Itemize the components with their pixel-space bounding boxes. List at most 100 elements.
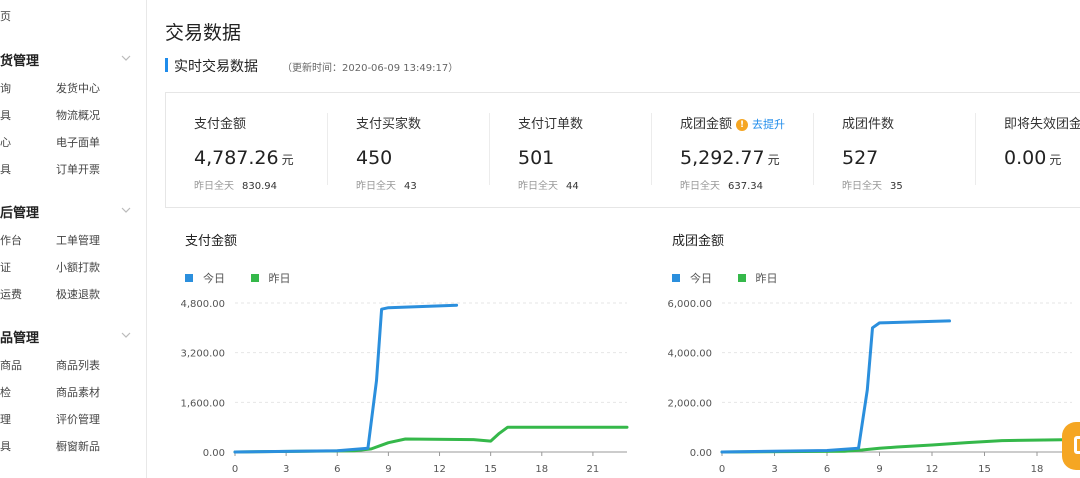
sidebar-group-title[interactable]: 品管理 [0, 327, 39, 346]
metric-value: 450 [356, 147, 393, 169]
metric-yesterday: 昨日全天 830.94 [194, 177, 277, 192]
metrics-panel: 支付金额 4,787.26 元 昨日全天 830.94 支付买家数 450 昨日全天… [165, 92, 1080, 208]
chevron-down-icon[interactable] [120, 329, 132, 341]
document-icon [1074, 436, 1080, 454]
metric-label: 即将失效团金 [1004, 117, 1080, 132]
metric-value: 501 [518, 147, 555, 169]
update-time: （更新时间：2020-06-09 13:49:17） [282, 63, 459, 74]
y-tick-label: 3,200.00 [180, 349, 225, 360]
sidebar-item-goods-material[interactable]: 商品素材 [56, 384, 100, 400]
metric-yesterday: 昨日全天 44 [518, 177, 579, 192]
metric-yesterday: 昨日全天 43 [356, 177, 417, 192]
chart-plot: 0.00 2,000.00 4,000.00 6,000.00 0 3 6 9 12 15 18 [667, 299, 1074, 475]
metric-label: 支付订单数 [518, 117, 584, 132]
metric-sub-label: 昨日全天 [518, 181, 558, 192]
sidebar-item[interactable]: 心 [0, 134, 11, 150]
x-tick-label: 3 [283, 464, 289, 475]
metric-label: 成团金额 [680, 117, 733, 132]
improve-link[interactable]: 去提升 [752, 118, 785, 131]
metric-sub-value: 44 [566, 181, 579, 192]
metric-label-wrap: 成团金额! 去提升 [680, 113, 785, 132]
metric-value: 527 [842, 147, 879, 169]
sidebar-item-small-payment[interactable]: 小额打款 [56, 259, 100, 275]
x-tick-label: 9 [385, 464, 391, 475]
metric-yesterday: 昨日全天 637.34 [680, 177, 763, 192]
sidebar-item[interactable]: 作台 [0, 232, 22, 248]
metric-sub-value: 43 [404, 181, 417, 192]
metric-label: 支付金额 [194, 117, 247, 132]
sidebar-item[interactable]: 具 [0, 107, 11, 123]
x-tick-label: 9 [876, 464, 882, 475]
sidebar-item[interactable]: 具 [0, 161, 11, 177]
sidebar-item-home[interactable]: 页 [0, 8, 11, 24]
sidebar: 页 货管理 询 发货中心 具 物流概况 心 电子面单 具 订单开票 后管理 作台… [0, 0, 147, 478]
metric-label: 成团件数 [842, 117, 895, 132]
y-tick-label: 6,000.00 [667, 299, 712, 310]
metric-sub-label: 昨日全天 [356, 181, 396, 192]
metric-value-wrap: 5,292.77 元 [680, 147, 780, 169]
x-tick-label: 18 [1031, 464, 1044, 475]
metric-sub-label: 昨日全天 [194, 181, 234, 192]
y-tick-label: 1,600.00 [180, 398, 225, 409]
sidebar-item[interactable]: 证 [0, 259, 11, 275]
series-line-yesterday [233, 425, 629, 454]
series-line-today [233, 303, 459, 454]
sidebar-item-goods-list[interactable]: 商品列表 [56, 357, 100, 373]
x-tick-label: 12 [926, 464, 939, 475]
metric-sub-value: 35 [890, 181, 903, 192]
section-accent-bar [165, 58, 168, 72]
metric-sub-value: 637.34 [728, 181, 763, 192]
x-tick-label: 3 [771, 464, 777, 475]
warning-icon[interactable]: ! [736, 119, 749, 131]
x-tick-label: 18 [535, 464, 548, 475]
sidebar-item[interactable]: 理 [0, 411, 11, 427]
sidebar-item-e-waybill[interactable]: 电子面单 [56, 134, 100, 150]
sidebar-item-tickets[interactable]: 工单管理 [56, 232, 100, 248]
page-title: 交易数据 [165, 22, 242, 44]
metric-value: 0.00 [1004, 147, 1047, 169]
x-tick-label: 6 [824, 464, 830, 475]
metric-group-count: 成团件数 527 昨日全天 35 [814, 93, 976, 207]
y-tick-label: 0.00 [203, 448, 225, 459]
metric-expiring-amount: 即将失效团金 0.00 元 [976, 93, 1080, 207]
sidebar-item-window-new[interactable]: 橱窗新品 [56, 438, 100, 454]
y-tick-label: 0.00 [690, 448, 712, 459]
section-title: 实时交易数据 [174, 59, 258, 75]
x-tick-label: 6 [334, 464, 340, 475]
metric-value-wrap: 450 [356, 147, 392, 169]
sidebar-item-logistics[interactable]: 物流概况 [56, 107, 100, 123]
chart-pay-amount: 支付金额 今日 昨日 0.00 1,600.00 3,200.00 4,800.00 0… [165, 214, 635, 478]
sidebar-group-title[interactable]: 货管理 [0, 50, 39, 69]
chevron-down-icon[interactable] [120, 204, 132, 216]
metric-unit: 元 [1049, 153, 1062, 167]
metric-value: 5,292.77 [680, 147, 765, 169]
x-tick-label: 15 [484, 464, 497, 475]
sidebar-item[interactable]: 检 [0, 384, 11, 400]
metric-buyers: 支付买家数 450 昨日全天 43 [328, 93, 490, 207]
sidebar-item[interactable]: 商品 [0, 357, 22, 373]
metric-unit: 元 [281, 153, 294, 167]
series-line-today [720, 319, 951, 454]
sidebar-item-invoice[interactable]: 订单开票 [56, 161, 100, 177]
y-tick-label: 4,800.00 [180, 299, 225, 310]
metric-sub-value: 830.94 [242, 181, 277, 192]
floating-action-button[interactable] [1062, 422, 1080, 470]
chart-plot: 0.00 1,600.00 3,200.00 4,800.00 0 3 6 9 12 15 18 21 [180, 299, 629, 475]
sidebar-group-title[interactable]: 后管理 [0, 202, 39, 221]
sidebar-item-fast-refund[interactable]: 极速退款 [56, 286, 100, 302]
metric-value: 4,787.26 [194, 147, 279, 169]
sidebar-item-reviews[interactable]: 评价管理 [56, 411, 100, 427]
sidebar-item-ship-center[interactable]: 发货中心 [56, 80, 100, 96]
main-content: 交易数据 实时交易数据 （更新时间：2020-06-09 13:49:17） 支… [147, 0, 1080, 478]
metric-value-wrap: 501 [518, 147, 554, 169]
x-tick-label: 0 [719, 464, 725, 475]
x-tick-label: 12 [433, 464, 446, 475]
metric-unit: 元 [767, 153, 780, 167]
sidebar-item[interactable]: 运费 [0, 286, 22, 302]
sidebar-item[interactable]: 具 [0, 438, 11, 454]
chevron-down-icon[interactable] [120, 52, 132, 64]
sidebar-item[interactable]: 询 [0, 80, 11, 96]
metric-value-wrap: 527 [842, 147, 878, 169]
x-tick-label: 15 [978, 464, 991, 475]
chart-group-amount: 成团金额 今日 昨日 0.00 2,000.00 4,000.00 6,000.00 0… [652, 214, 1080, 478]
